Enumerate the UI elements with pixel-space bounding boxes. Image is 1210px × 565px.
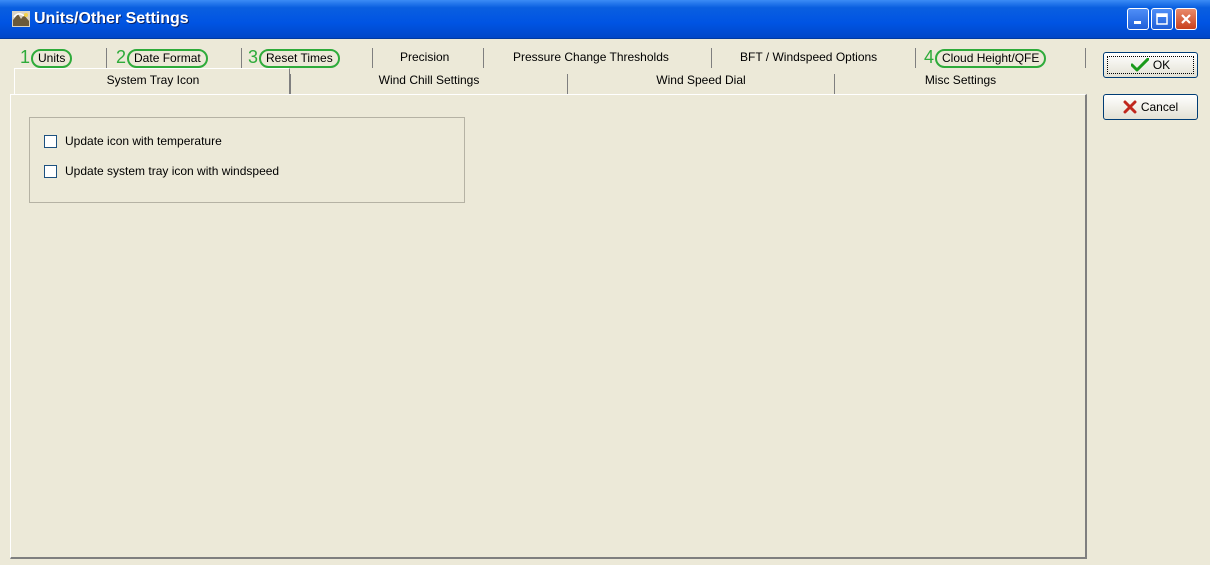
tab-pressure-change-thresholds[interactable]: Pressure Change Thresholds (513, 47, 669, 67)
tab-label: Reset Times (259, 49, 340, 68)
tab-reset-times[interactable]: 3 Reset Times (248, 47, 340, 68)
title-bar[interactable]: Units/Other Settings (0, 0, 1210, 39)
tab-wind-speed-dial[interactable]: Wind Speed Dial (568, 70, 834, 90)
tab-system-tray-icon[interactable]: System Tray Icon (14, 68, 290, 96)
annotation-number: 1 (20, 47, 31, 67)
cancel-label: Cancel (1140, 100, 1179, 114)
update-tray-icon-windspeed-checkbox[interactable] (44, 165, 57, 178)
tab-misc-settings[interactable]: Misc Settings (835, 70, 1086, 90)
settings-dialog: Units/Other Settings 1 Units 2 Date Format (0, 0, 1210, 565)
tab-label: Wind Chill Settings (378, 73, 480, 87)
tab-divider (1085, 48, 1086, 68)
minimize-icon (1134, 21, 1141, 24)
close-button[interactable] (1175, 8, 1197, 30)
maximize-icon (1156, 13, 1168, 25)
tab-divider (241, 48, 242, 68)
checkmark-icon (1130, 58, 1149, 72)
tab-label: Precision (400, 50, 450, 64)
window-title: Units/Other Settings (34, 10, 189, 27)
update-icon-temperature-option[interactable]: Update icon with temperature (44, 134, 222, 152)
weather-station-icon (12, 11, 30, 27)
checkbox-label: Update system tray icon with windspeed (65, 164, 280, 178)
tab-panel-system-tray-icon: Update icon with temperature Update syst… (10, 94, 1087, 559)
tab-label: Date Format (127, 49, 208, 68)
system-tray-options-group: Update icon with temperature Update syst… (29, 117, 465, 203)
annotation-number: 3 (248, 47, 259, 67)
x-mark-icon (1123, 100, 1137, 114)
tab-divider (711, 48, 712, 68)
maximize-button[interactable] (1151, 8, 1173, 30)
tab-wind-chill-settings[interactable]: Wind Chill Settings (291, 70, 567, 90)
tab-label: Units (31, 49, 73, 68)
ok-label: OK (1152, 58, 1171, 72)
ok-button[interactable]: OK (1103, 52, 1198, 78)
minimize-button[interactable] (1127, 8, 1149, 30)
tab-label: BFT / Windspeed Options (740, 50, 878, 64)
cancel-button[interactable]: Cancel (1103, 94, 1198, 120)
tab-bft-windspeed-options[interactable]: BFT / Windspeed Options (740, 47, 877, 67)
tab-row-upper: 1 Units 2 Date Format 3 Reset Times Precisi… (14, 44, 1086, 70)
tab-label: Pressure Change Thresholds (513, 50, 669, 64)
tab-label: System Tray Icon (106, 73, 200, 87)
tab-divider (106, 48, 107, 68)
tab-date-format[interactable]: 2 Date Format (116, 47, 208, 68)
tab-divider (372, 48, 373, 68)
tab-divider (483, 48, 484, 68)
update-icon-temperature-checkbox[interactable] (44, 135, 57, 148)
tab-cloud-height-qfe[interactable]: 4 Cloud Height/QFE (924, 47, 1047, 68)
checkbox-label: Update icon with temperature (65, 134, 222, 148)
annotation-number: 2 (116, 47, 127, 67)
tab-row-lower: System Tray Icon Wind Chill Settings Win… (14, 68, 1086, 96)
tab-units[interactable]: 1 Units (20, 47, 73, 68)
annotation-number: 4 (924, 47, 935, 67)
close-icon (1181, 14, 1191, 24)
tab-divider (915, 48, 916, 68)
tab-precision[interactable]: Precision (400, 47, 449, 67)
update-tray-icon-windspeed-option[interactable]: Update system tray icon with windspeed (44, 164, 279, 182)
tab-label: Cloud Height/QFE (935, 49, 1047, 68)
tab-label: Wind Speed Dial (656, 73, 746, 87)
tab-label: Misc Settings (924, 73, 997, 87)
